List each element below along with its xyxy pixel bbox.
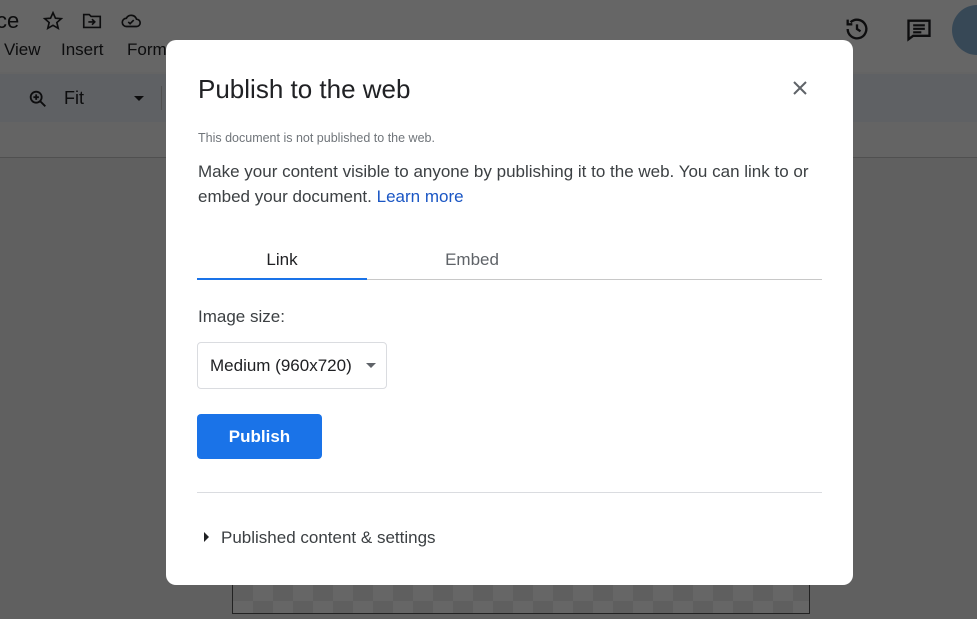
cloud-saved-icon[interactable] xyxy=(120,10,142,32)
version-history-icon[interactable] xyxy=(843,15,871,43)
close-icon[interactable] xyxy=(788,76,812,100)
zoom-dropdown-caret-icon[interactable] xyxy=(134,96,144,101)
tab-bar: Link Embed xyxy=(197,247,822,280)
zoom-select[interactable]: Fit xyxy=(64,88,84,109)
learn-more-link[interactable]: Learn more xyxy=(377,187,464,206)
description-text: Make your content visible to anyone by p… xyxy=(198,162,809,206)
tab-embed[interactable]: Embed xyxy=(387,250,557,280)
expander-label: Published content & settings xyxy=(221,528,436,547)
publish-button[interactable]: Publish xyxy=(197,414,322,459)
menu-view[interactable]: View xyxy=(4,40,41,60)
dialog-description: Make your content visible to anyone by p… xyxy=(198,159,828,209)
tab-link[interactable]: Link xyxy=(197,250,367,280)
menu-format[interactable]: Form xyxy=(127,40,167,60)
star-icon[interactable] xyxy=(42,10,64,32)
expand-triangle-icon xyxy=(204,532,209,542)
image-size-label: Image size: xyxy=(198,307,285,326)
zoom-icon xyxy=(29,90,46,107)
published-settings-expander[interactable]: Published content & settings xyxy=(204,528,436,548)
divider xyxy=(197,492,822,493)
toolbar-divider xyxy=(161,86,162,110)
avatar[interactable] xyxy=(952,5,977,55)
menu-insert[interactable]: Insert xyxy=(61,40,104,60)
comments-icon[interactable] xyxy=(905,16,933,44)
image-size-select[interactable]: Medium (960x720) xyxy=(197,342,387,389)
dialog-title: Publish to the web xyxy=(198,74,411,104)
move-folder-icon[interactable] xyxy=(81,10,103,32)
publish-status: This document is not published to the we… xyxy=(198,131,435,145)
dropdown-caret-icon xyxy=(366,363,376,368)
publish-dialog: Publish to the web This document is not … xyxy=(166,40,853,585)
document-title[interactable]: ce xyxy=(0,8,19,34)
image-size-value: Medium (960x720) xyxy=(210,356,352,375)
